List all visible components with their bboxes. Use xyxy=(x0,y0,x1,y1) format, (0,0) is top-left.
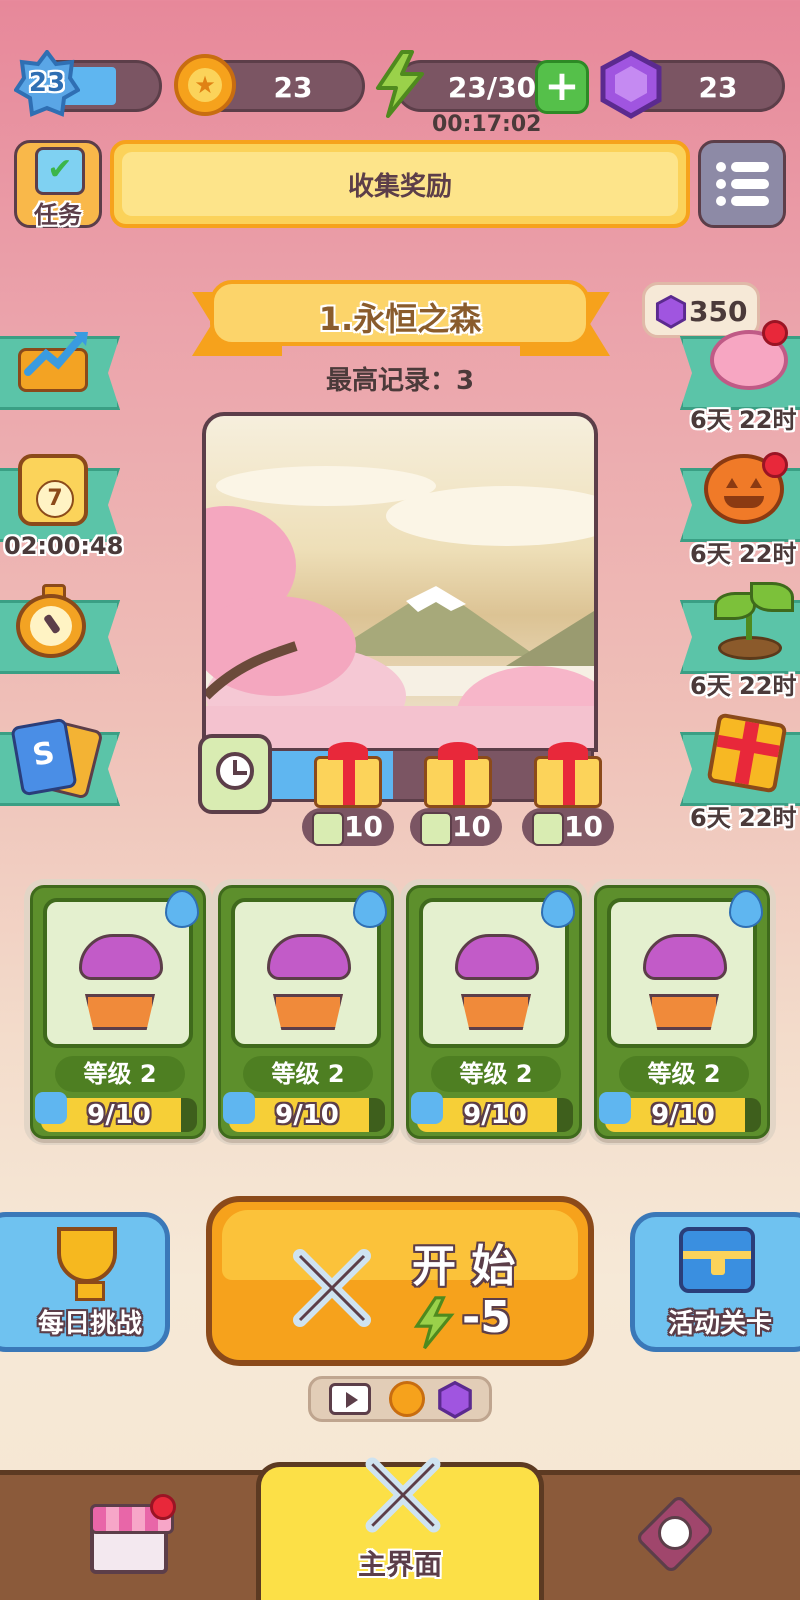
gift-box-icon xyxy=(706,712,788,794)
best-record: 最高记录：3 xyxy=(325,366,475,396)
video-icon xyxy=(329,1383,371,1415)
event-stage-button[interactable]: 活动关卡 xyxy=(630,1212,800,1352)
puzzle-piece-icon xyxy=(35,1092,67,1124)
gift-timer: 6天 22时 xyxy=(690,804,797,832)
puzzle-piece-icon xyxy=(411,1092,443,1124)
nav-garden[interactable] xyxy=(634,1490,716,1580)
card-level: 等级 2 xyxy=(55,1056,185,1092)
lightning-icon xyxy=(372,50,428,122)
pumpkin-timer: 6天 22时 xyxy=(690,540,797,568)
gem-count: 23 xyxy=(698,71,738,104)
card-level: 等级 2 xyxy=(243,1056,373,1092)
puzzle-piece-icon xyxy=(599,1092,631,1124)
notification-dot xyxy=(150,1494,176,1520)
growth-chart-icon xyxy=(18,328,90,394)
water-drop-icon xyxy=(353,890,387,928)
puzzle-piece-icon xyxy=(223,1092,255,1124)
gift-chest-icon xyxy=(534,756,602,808)
coin-boost-icon xyxy=(389,1381,425,1417)
plus-icon: + xyxy=(544,61,580,110)
player-level: 23 xyxy=(28,68,66,98)
coin-icon: ★ xyxy=(174,54,236,116)
card-level: 等级 2 xyxy=(431,1056,561,1092)
gem-offer-amount: 350 xyxy=(689,295,748,328)
clock-small-icon xyxy=(532,812,564,846)
stage-title-banner[interactable]: 1.永恒之森 xyxy=(210,280,590,346)
nav-shop[interactable] xyxy=(84,1494,180,1578)
notification-dot xyxy=(762,452,788,478)
water-drop-icon xyxy=(541,890,575,928)
gem-icon xyxy=(598,50,664,124)
start-label: 开 始 xyxy=(412,1241,516,1292)
list-menu-icon xyxy=(716,162,769,206)
stopwatch-icon xyxy=(16,584,86,658)
reward-chest-1[interactable] xyxy=(314,742,382,808)
stage-artwork[interactable] xyxy=(202,412,598,752)
trophy-icon xyxy=(57,1227,117,1283)
start-button[interactable]: 开 始 -5 xyxy=(206,1196,594,1366)
gift-chest-icon xyxy=(424,756,492,808)
menu-button[interactable] xyxy=(698,140,786,228)
mushroom-cat-icon xyxy=(79,934,163,980)
treasure-chest-icon xyxy=(679,1227,755,1293)
calendar-7-icon: 7 xyxy=(18,454,88,526)
daily-challenge-button[interactable]: 每日挑战 xyxy=(0,1212,170,1352)
tasks-button[interactable]: ✔ 任务 xyxy=(14,140,102,229)
mushroom-cat-icon xyxy=(267,934,351,980)
alarm-clock-icon xyxy=(198,734,272,814)
character-card-2[interactable]: 等级 2 9/10 xyxy=(218,885,394,1139)
reward-chest-2[interactable] xyxy=(424,742,492,808)
add-energy-button[interactable]: + xyxy=(535,60,589,114)
skill-cards-icon: S xyxy=(10,717,104,800)
crossed-swords-icon xyxy=(282,1238,382,1338)
sprout-icon xyxy=(708,582,794,662)
event-stage-label: 活动关卡 xyxy=(667,1309,772,1339)
ad-bonus-bar[interactable] xyxy=(308,1376,492,1422)
clock-small-icon xyxy=(312,812,344,846)
gem-icon xyxy=(655,295,687,329)
reward-chest-3[interactable] xyxy=(534,742,602,808)
clipboard-check-icon: ✔ xyxy=(35,147,85,195)
level-badge[interactable]: 23 xyxy=(13,48,81,120)
sprout-timer: 6天 22时 xyxy=(690,672,797,700)
coin-count: 23 xyxy=(273,71,313,104)
piggy-bank-timer: 6天 22时 xyxy=(690,406,797,434)
clock-small-icon xyxy=(420,812,452,846)
water-drop-icon xyxy=(165,890,199,928)
character-card-1[interactable]: 等级 2 9/10 xyxy=(30,885,206,1139)
nav-home[interactable]: 主界面 xyxy=(256,1457,544,1600)
calendar-timer: 02:00:48 xyxy=(4,532,124,560)
lightning-icon xyxy=(412,1296,456,1354)
card-level: 等级 2 xyxy=(619,1056,749,1092)
notification-dot xyxy=(762,320,788,346)
mushroom-cat-icon xyxy=(643,934,727,980)
energy-timer: 00:17:02 xyxy=(432,112,542,137)
daily-challenge-label: 每日挑战 xyxy=(37,1309,142,1339)
tasks-label: 任务 xyxy=(34,201,82,229)
collect-reward-banner[interactable]: 收集奖励 xyxy=(110,140,690,228)
gem-boost-icon xyxy=(438,1381,472,1419)
stage-title: 1.永恒之森 xyxy=(318,300,482,338)
crossed-swords-icon xyxy=(355,1447,451,1543)
water-drop-icon xyxy=(729,890,763,928)
nav-home-label: 主界面 xyxy=(357,1548,442,1581)
character-card-4[interactable]: 等级 2 9/10 xyxy=(594,885,770,1139)
calendar-day: 7 xyxy=(36,480,74,518)
collect-reward-label: 收集奖励 xyxy=(347,172,452,202)
gift-chest-icon xyxy=(314,756,382,808)
start-energy-cost: -5 xyxy=(462,1292,511,1343)
character-card-3[interactable]: 等级 2 9/10 xyxy=(406,885,582,1139)
mushroom-cat-icon xyxy=(455,934,539,980)
